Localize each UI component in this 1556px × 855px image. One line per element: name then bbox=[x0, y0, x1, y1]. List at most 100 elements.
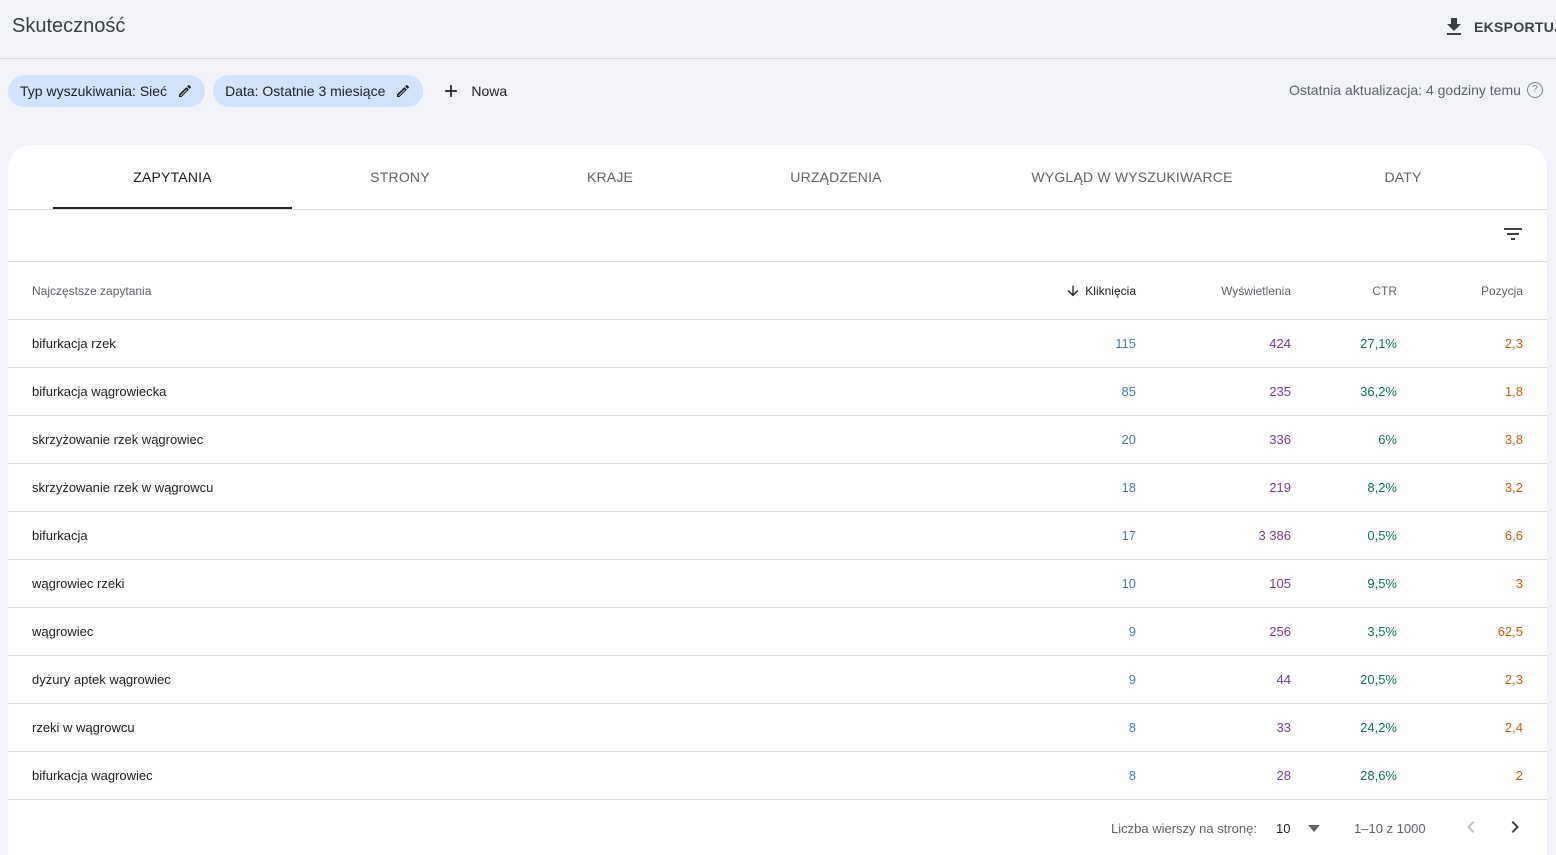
cell-impressions: 424 bbox=[1269, 336, 1291, 351]
last-update: Ostatnia aktualizacja: 4 godziny temu ? bbox=[1289, 82, 1543, 98]
tab-countries[interactable]: KRAJE bbox=[540, 145, 680, 209]
table-toolbar bbox=[8, 210, 1547, 262]
cell-position: 2 bbox=[1515, 768, 1523, 783]
filter-chip-date[interactable]: Data: Ostatnie 3 miesiące bbox=[213, 75, 424, 107]
column-header-impressions[interactable]: Wyświetlenia bbox=[1171, 262, 1291, 319]
last-update-text: Ostatnia aktualizacja: 4 godziny temu bbox=[1289, 82, 1521, 98]
tab-dates[interactable]: DATY bbox=[1353, 145, 1453, 209]
download-icon bbox=[1447, 18, 1461, 35]
cell-clicks: 85 bbox=[1121, 384, 1136, 399]
cell-position: 1,8 bbox=[1504, 384, 1523, 399]
chevron-right-icon[interactable] bbox=[1503, 815, 1527, 839]
cell-query: bifurkacja rzek bbox=[32, 336, 116, 351]
cell-ctr: 28,6% bbox=[1360, 768, 1397, 783]
cell-ctr: 9,5% bbox=[1367, 576, 1397, 591]
filter-list-icon[interactable] bbox=[1501, 222, 1525, 246]
cell-clicks: 8 bbox=[1128, 720, 1136, 735]
filter-chip-label: Typ wyszukiwania: Sieć bbox=[20, 83, 168, 99]
table-row[interactable]: skrzyżowanie rzek w wągrowcu 18 219 8,2% 3,2 bbox=[8, 464, 1547, 512]
column-header-position[interactable]: Pozycja bbox=[1423, 262, 1523, 319]
cell-query: wągrowiec rzeki bbox=[32, 576, 125, 591]
rows-per-page-label: Liczba wierszy na stronę: bbox=[1111, 821, 1257, 836]
cell-impressions: 219 bbox=[1269, 480, 1291, 495]
cell-impressions: 44 bbox=[1276, 672, 1291, 687]
cell-impressions: 105 bbox=[1269, 576, 1291, 591]
cell-clicks: 8 bbox=[1128, 768, 1136, 783]
column-header-clicks-label: Kliknięcia bbox=[1085, 283, 1136, 298]
new-filter-label: Nowa bbox=[471, 83, 508, 99]
cell-impressions: 3 386 bbox=[1258, 528, 1291, 543]
cell-ctr: 3,5% bbox=[1367, 624, 1397, 639]
cell-position: 3,8 bbox=[1504, 432, 1523, 447]
pagination: Liczba wierszy na stronę: 10 1–10 z 1000 bbox=[8, 801, 1547, 855]
plus-icon bbox=[445, 85, 458, 97]
performance-card: ZAPYTANIA STRONY KRAJE URZĄDZENIA WYGLĄD… bbox=[8, 145, 1547, 855]
cell-query: bifurkacja wagrowiec bbox=[32, 768, 153, 783]
tab-pages[interactable]: STRONY bbox=[320, 145, 480, 209]
new-filter-button[interactable]: Nowa bbox=[441, 75, 507, 107]
cell-ctr: 36,2% bbox=[1360, 384, 1397, 399]
cell-position: 2,3 bbox=[1504, 672, 1523, 687]
cell-ctr: 20,5% bbox=[1360, 672, 1397, 687]
column-header-ctr[interactable]: CTR bbox=[1297, 262, 1397, 319]
pencil-icon[interactable] bbox=[395, 83, 411, 99]
dropdown-arrow-icon bbox=[1308, 824, 1321, 832]
table-row[interactable]: rzeki w wągrowcu 8 33 24,2% 2,4 bbox=[8, 704, 1547, 752]
cell-query: wągrowiec bbox=[32, 624, 94, 639]
rows-per-page-select[interactable]: 10 bbox=[1276, 821, 1321, 836]
cell-clicks: 10 bbox=[1121, 576, 1136, 591]
cell-impressions: 28 bbox=[1276, 768, 1291, 783]
cell-query: skrzyżowanie rzek wągrowiec bbox=[32, 432, 204, 447]
table-row[interactable]: dyżury aptek wągrowiec 9 44 20,5% 2,3 bbox=[8, 656, 1547, 704]
cell-query: bifurkacja wągrowiecka bbox=[32, 384, 167, 399]
tab-queries[interactable]: ZAPYTANIA bbox=[53, 145, 292, 209]
table-row[interactable]: bifurkacja wągrowiecka 85 235 36,2% 1,8 bbox=[8, 368, 1547, 416]
column-header-clicks[interactable]: Kliknięcia bbox=[1008, 262, 1136, 319]
filter-bar: Typ wyszukiwania: Sieć Data: Ostatnie 3 … bbox=[8, 75, 507, 107]
export-button[interactable]: EKSPORTUJ bbox=[1442, 14, 1556, 40]
cell-clicks: 9 bbox=[1128, 624, 1136, 639]
cell-query: dyżury aptek wągrowiec bbox=[32, 672, 171, 687]
cell-query: rzeki w wągrowcu bbox=[32, 720, 135, 735]
cell-clicks: 115 bbox=[1115, 336, 1136, 351]
cell-clicks: 9 bbox=[1128, 672, 1136, 687]
cell-position: 3 bbox=[1515, 576, 1523, 591]
cell-ctr: 6% bbox=[1378, 432, 1397, 447]
cell-ctr: 27,1% bbox=[1360, 336, 1397, 351]
cell-position: 2,3 bbox=[1504, 336, 1523, 351]
page-title: Skuteczność bbox=[12, 15, 126, 37]
cell-impressions: 235 bbox=[1269, 384, 1291, 399]
filter-chip-label: Data: Ostatnie 3 miesiące bbox=[225, 83, 386, 99]
table-row[interactable]: bifurkacja 17 3 386 0,5% 6,6 bbox=[8, 512, 1547, 560]
header: Skuteczność EKSPORTUJ bbox=[0, 0, 1556, 59]
cell-query: skrzyżowanie rzek w wągrowcu bbox=[32, 480, 214, 495]
cell-impressions: 33 bbox=[1276, 720, 1291, 735]
page-range: 1–10 z 1000 bbox=[1354, 821, 1426, 836]
cell-clicks: 18 bbox=[1121, 480, 1136, 495]
table-header: Najczęstsze zapytania Kliknięcia Wyświet… bbox=[8, 262, 1547, 320]
cell-ctr: 0,5% bbox=[1367, 528, 1397, 543]
table-row[interactable]: bifurkacja rzek 115 424 27,1% 2,3 bbox=[8, 320, 1547, 368]
table-row[interactable]: skrzyżowanie rzek wągrowiec 20 336 6% 3,8 bbox=[8, 416, 1547, 464]
cell-clicks: 20 bbox=[1121, 432, 1136, 447]
tab-devices[interactable]: URZĄDZENIA bbox=[756, 145, 916, 209]
active-tab-indicator bbox=[53, 207, 292, 209]
export-label: EKSPORTUJ bbox=[1474, 19, 1556, 35]
cell-ctr: 24,2% bbox=[1360, 720, 1397, 735]
column-header-query[interactable]: Najczęstsze zapytania bbox=[32, 262, 632, 319]
table-row[interactable]: bifurkacja wagrowiec 8 28 28,6% 2 bbox=[8, 752, 1547, 800]
chevron-left-icon[interactable] bbox=[1459, 815, 1483, 839]
table-row[interactable]: wągrowiec 9 256 3,5% 62,5 bbox=[8, 608, 1547, 656]
cell-ctr: 8,2% bbox=[1367, 480, 1397, 495]
cell-position: 6,6 bbox=[1504, 528, 1523, 543]
rows-per-page-value: 10 bbox=[1276, 821, 1291, 836]
tab-search-appearance[interactable]: WYGLĄD W WYSZUKIWARCE bbox=[1012, 145, 1252, 209]
filter-chip-search-type[interactable]: Typ wyszukiwania: Sieć bbox=[8, 75, 206, 107]
help-circle-icon[interactable]: ? bbox=[1526, 82, 1543, 98]
tab-bar: ZAPYTANIA STRONY KRAJE URZĄDZENIA WYGLĄD… bbox=[8, 145, 1547, 210]
cell-position: 3,2 bbox=[1504, 480, 1523, 495]
table-row[interactable]: wągrowiec rzeki 10 105 9,5% 3 bbox=[8, 560, 1547, 608]
cell-impressions: 256 bbox=[1269, 624, 1291, 639]
cell-clicks: 17 bbox=[1121, 528, 1136, 543]
pencil-icon[interactable] bbox=[177, 83, 193, 99]
